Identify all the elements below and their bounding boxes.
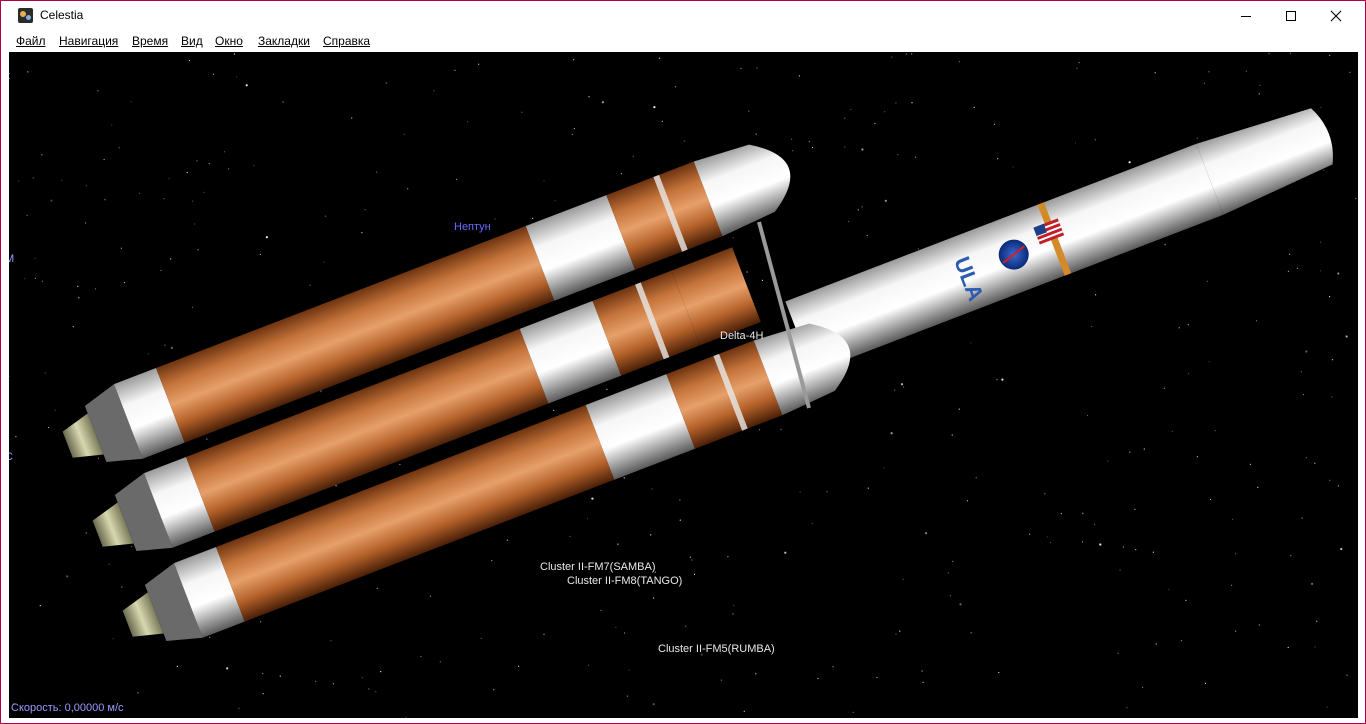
menu-help[interactable]: Справка: [323, 34, 370, 48]
close-button[interactable]: [1313, 1, 1358, 31]
maximize-button[interactable]: [1268, 1, 1313, 31]
close-icon: [1330, 10, 1342, 22]
offscreen-label-fragment: С: [9, 451, 13, 463]
delta-4h-label[interactable]: Delta-4H: [720, 330, 763, 342]
space-scene: ULA: [9, 52, 1358, 718]
minimize-button[interactable]: [1223, 1, 1268, 31]
cluster-fm8-label[interactable]: Cluster II-FM8(TANGO): [567, 575, 682, 587]
cluster-fm5-label[interactable]: Cluster II-FM5(RUMBA): [658, 643, 775, 655]
menu-window[interactable]: Окно: [215, 34, 243, 48]
offscreen-label-fragment: М: [9, 253, 14, 265]
celestia-app-icon: [18, 8, 33, 23]
offscreen-label-fragment: к: [9, 70, 10, 82]
celestia-window: Celestia Файл Навигация Время Вид Окно З…: [0, 0, 1366, 724]
menu-bookmarks[interactable]: Закладки: [258, 34, 310, 48]
menu-navigation[interactable]: Навигация: [59, 34, 118, 48]
cluster-fm7-label[interactable]: Cluster II-FM7(SAMBA): [540, 561, 656, 573]
menu-bar: Файл Навигация Время Вид Окно Закладки С…: [1, 31, 1365, 51]
menu-time[interactable]: Время: [132, 34, 168, 48]
minimize-icon: [1241, 16, 1251, 17]
maximize-icon: [1286, 11, 1296, 21]
speed-status: Скорость: 0,00000 м/с: [11, 702, 124, 714]
menu-view[interactable]: Вид: [181, 34, 203, 48]
render-viewport[interactable]: ULA Нептун Delta-4H Cluster II-FM7(SAMBA…: [9, 52, 1358, 718]
window-title: Celestia: [40, 8, 84, 22]
neptune-label[interactable]: Нептун: [454, 221, 491, 233]
menu-file[interactable]: Файл: [16, 34, 46, 48]
title-bar[interactable]: Celestia: [1, 1, 1365, 31]
